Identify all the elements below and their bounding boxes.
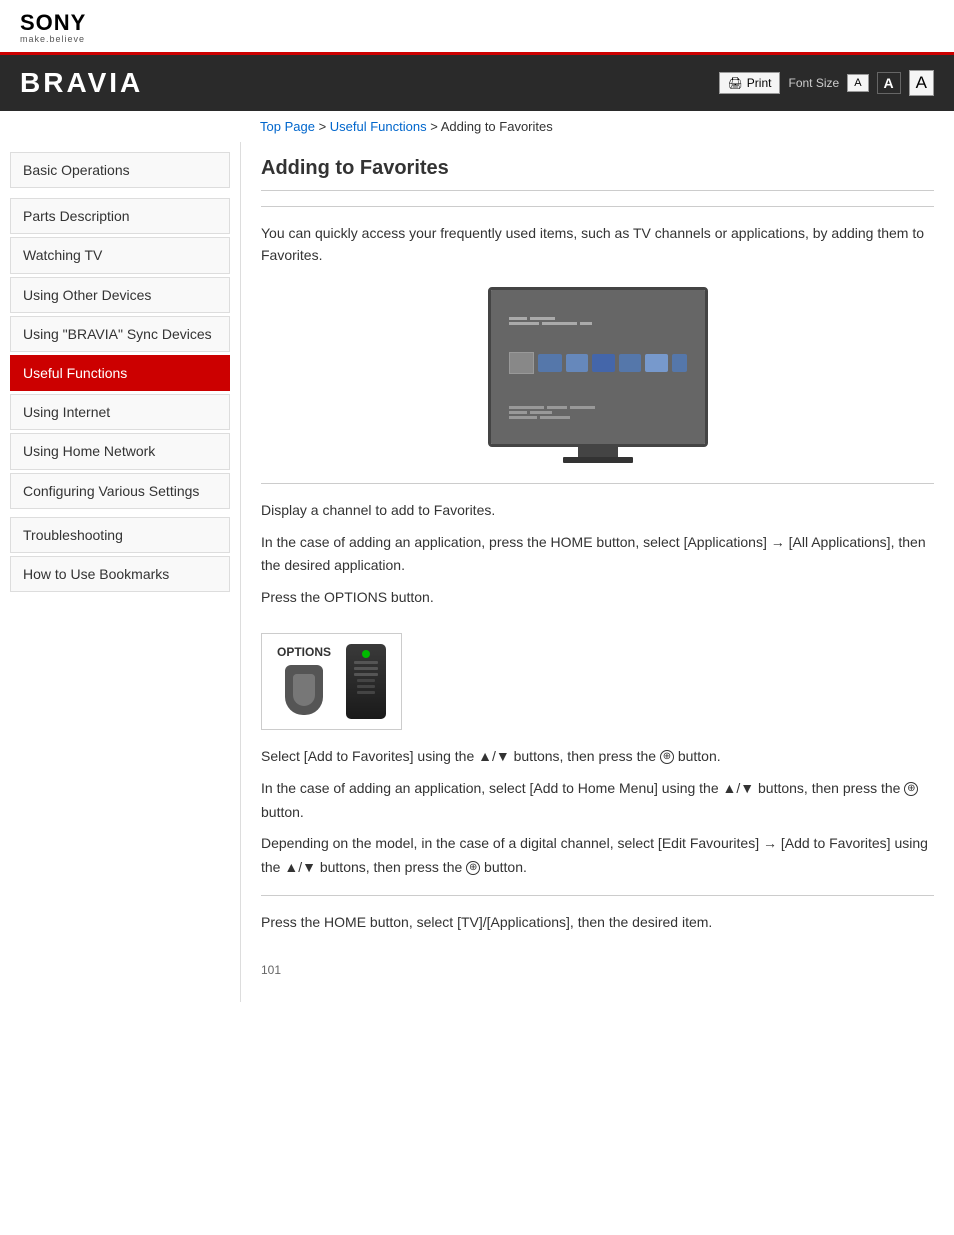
sidebar-item-parts-description[interactable]: Parts Description bbox=[10, 198, 230, 234]
step-3-text: Press the OPTIONS button. bbox=[261, 586, 934, 610]
sidebar-item-how-to-use[interactable]: How to Use Bookmarks bbox=[10, 556, 230, 592]
page-title: Adding to Favorites bbox=[261, 142, 934, 191]
divider-1 bbox=[261, 206, 934, 207]
print-icon: 🖨 bbox=[728, 76, 743, 90]
sidebar-item-using-other-devices[interactable]: Using Other Devices bbox=[10, 277, 230, 313]
header-controls: 🖨 Print Font Size A A A bbox=[719, 70, 934, 96]
breadcrumb-top-page[interactable]: Top Page bbox=[260, 119, 315, 134]
breadcrumb-useful-functions[interactable]: Useful Functions bbox=[330, 119, 427, 134]
step-5-text: In the case of adding an application, se… bbox=[261, 777, 934, 825]
font-large-button[interactable]: A bbox=[909, 70, 934, 96]
top-logo-bar: SONY make.believe bbox=[0, 0, 954, 55]
header-bar: BRAVIA 🖨 Print Font Size A A A bbox=[0, 55, 954, 111]
circle-confirm-icon-2: ⊕ bbox=[904, 782, 918, 796]
step-1-text: Display a channel to add to Favorites. bbox=[261, 499, 934, 523]
font-size-label: Font Size bbox=[788, 76, 839, 90]
circle-confirm-icon: ⊕ bbox=[660, 750, 674, 764]
sidebar-item-basic-operations[interactable]: Basic Operations bbox=[10, 152, 230, 188]
sidebar-item-using-bravia-sync[interactable]: Using "BRAVIA" Sync Devices bbox=[10, 316, 230, 352]
main-layout: Basic Operations Parts Description Watch… bbox=[0, 142, 954, 1002]
circle-confirm-icon-3: ⊕ bbox=[466, 861, 480, 875]
divider-3 bbox=[261, 895, 934, 896]
breadcrumb-current: Adding to Favorites bbox=[441, 119, 553, 134]
step-6-text: Depending on the model, in the case of a… bbox=[261, 832, 934, 880]
divider-2 bbox=[261, 483, 934, 484]
content-area: Adding to Favorites You can quickly acce… bbox=[240, 142, 954, 1002]
step-4-text: Select [Add to Favorites] using the ▲/▼ … bbox=[261, 745, 934, 769]
step-2-text: In the case of adding an application, pr… bbox=[261, 531, 934, 579]
sidebar-item-useful-functions[interactable]: Useful Functions bbox=[10, 355, 230, 391]
sidebar: Basic Operations Parts Description Watch… bbox=[0, 142, 240, 1002]
sony-logo: SONY make.believe bbox=[20, 12, 934, 44]
sidebar-item-troubleshooting[interactable]: Troubleshooting bbox=[10, 517, 230, 553]
sidebar-item-using-internet[interactable]: Using Internet bbox=[10, 394, 230, 430]
sidebar-item-configuring-settings[interactable]: Configuring Various Settings bbox=[10, 473, 230, 509]
page-number: 101 bbox=[261, 943, 934, 982]
intro-text: You can quickly access your frequently u… bbox=[261, 222, 934, 267]
tv-illustration bbox=[261, 287, 934, 463]
sidebar-item-watching-tv[interactable]: Watching TV bbox=[10, 237, 230, 273]
options-illustration: OPTIONS bbox=[261, 618, 934, 745]
options-label: OPTIONS bbox=[277, 645, 331, 659]
font-small-button[interactable]: A bbox=[847, 74, 868, 92]
breadcrumb: Top Page > Useful Functions > Adding to … bbox=[0, 111, 954, 142]
sidebar-item-using-home-network[interactable]: Using Home Network bbox=[10, 433, 230, 469]
bravia-title: BRAVIA bbox=[20, 67, 143, 99]
print-button[interactable]: 🖨 Print bbox=[719, 72, 781, 94]
step-7-text: Press the HOME button, select [TV]/[Appl… bbox=[261, 911, 934, 935]
font-medium-button[interactable]: A bbox=[877, 72, 901, 94]
